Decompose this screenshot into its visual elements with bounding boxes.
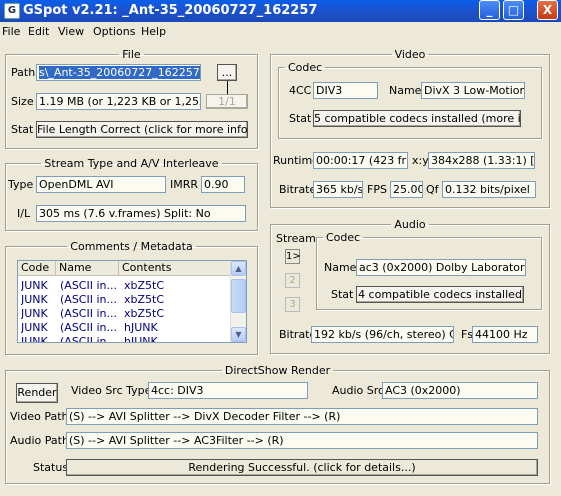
maximize-button[interactable]: □	[503, 0, 524, 20]
stream-legend: Stream Type and A/V Interleave	[44, 157, 219, 170]
title-bar[interactable]: G GSpot v2.21: _Ant-35_20060727_162257 _…	[0, 0, 561, 22]
audio-stream-1-button[interactable]: 1>	[285, 249, 301, 264]
audio-path-field[interactable]: (S) --> AVI Splitter --> AC3Filter --> (…	[66, 432, 538, 449]
video-src-field[interactable]: 4cc: DIV3	[148, 382, 308, 399]
metadata-row-4-contents[interactable]: hJUNK	[124, 321, 224, 335]
menu-view[interactable]: View	[58, 25, 84, 38]
menu-options[interactable]: Options	[93, 25, 135, 38]
video-src-label: Video Src Type	[71, 384, 152, 397]
column-header-name[interactable]: Name	[56, 261, 119, 276]
audio-bitrate-field[interactable]: 192 kb/s (96/ch, stereo) CB	[311, 326, 454, 343]
stream-label: Stream	[276, 232, 316, 245]
column-header-code[interactable]: Code	[18, 261, 56, 276]
path-value: s\_Ant-35_20060727_162257.avi	[39, 66, 200, 79]
video-path-label: Video Path	[10, 410, 69, 423]
type-label: Type	[8, 178, 34, 191]
file-stat-button[interactable]: File Length Correct (click for more info…	[36, 121, 248, 138]
metadata-row-2-contents[interactable]: xbZ5tC	[124, 293, 224, 307]
render-button[interactable]: Render	[16, 383, 58, 403]
metadata-row-3-contents[interactable]: xbZ5tC	[124, 307, 224, 321]
metadata-row-2-name[interactable]: (ASCII in...	[60, 293, 118, 307]
fps-field[interactable]: 25.00	[390, 181, 423, 198]
metadata-row-1-code[interactable]: JUNK	[21, 279, 55, 293]
menu-file[interactable]: File	[2, 25, 20, 38]
audio-src-label: Audio Src	[332, 384, 385, 397]
browse-button[interactable]: ...	[217, 64, 237, 81]
fourcc-field[interactable]: DIV3	[313, 82, 378, 99]
audio-stream-3-button[interactable]: 3	[285, 297, 300, 312]
imrr-label: IMRR	[170, 178, 199, 191]
metadata-row-5-contents[interactable]: hJUNK	[124, 335, 224, 342]
menu-bar: File Edit View Options Help	[0, 22, 561, 41]
video-name-field[interactable]: DivX 3 Low-Motion	[421, 82, 525, 99]
metadata-row-3-name[interactable]: (ASCII in...	[60, 307, 118, 321]
metadata-list[interactable]: Code Name Contents JUNK (ASCII in... xbZ…	[17, 260, 247, 343]
scroll-down-icon[interactable]: ▼	[231, 327, 246, 342]
scroll-up-icon[interactable]: ▲	[231, 261, 246, 276]
metadata-row-4-code[interactable]: JUNK	[21, 321, 55, 335]
size-label: Size	[11, 95, 34, 108]
audio-legend: Audio	[394, 218, 426, 231]
column-header-contents[interactable]: Contents	[119, 261, 232, 276]
menu-edit[interactable]: Edit	[28, 25, 49, 38]
metadata-row-4-name[interactable]: (ASCII in...	[60, 321, 118, 335]
gspot-app-icon[interactable]: G	[4, 3, 20, 19]
audio-src-field[interactable]: AC3 (0x2000)	[382, 382, 538, 399]
xy-label: x:y	[412, 154, 429, 167]
browse-connector	[227, 81, 228, 94]
status-label: Status	[33, 461, 69, 474]
fs-field[interactable]: 44100 Hz	[472, 326, 538, 343]
path-field[interactable]: s\_Ant-35_20060727_162257.avi	[36, 64, 201, 81]
metadata-row-1-name[interactable]: (ASCII in...	[60, 279, 118, 293]
audio-codec-legend: Codec	[326, 231, 361, 244]
metadata-row-5-name[interactable]: (ASCII in...	[60, 335, 118, 342]
il-field[interactable]: 305 ms (7.6 v.frames) Split: No	[36, 205, 246, 222]
fourcc-label: 4CC	[289, 84, 312, 97]
audio-stat-label: Stat	[331, 288, 354, 301]
directshow-legend: DirectShow Render	[224, 364, 331, 377]
xy-field[interactable]: 384x288 (1.33:1) [=4:	[428, 152, 535, 169]
file-legend: File	[122, 48, 141, 61]
audio-name-field[interactable]: ac3 (0x2000) Dolby Laboratories, I	[356, 259, 526, 276]
video-path-field[interactable]: (S) --> AVI Splitter --> DivX Decoder Fi…	[66, 408, 538, 425]
metadata-row-2-code[interactable]: JUNK	[21, 293, 55, 307]
path-label: Path	[11, 66, 36, 79]
page-indicator-button[interactable]: 1/1	[206, 94, 248, 109]
audio-name-label: Name	[324, 261, 357, 274]
video-legend: Video	[394, 48, 426, 61]
menu-help[interactable]: Help	[141, 25, 166, 38]
il-label: I/L	[17, 207, 31, 220]
video-codecs-stat-button[interactable]: 5 compatible codecs installed (more info…	[313, 110, 521, 127]
video-codec-legend: Codec	[288, 61, 323, 74]
qf-label: Qf	[426, 183, 439, 196]
type-field[interactable]: OpenDML AVI	[36, 176, 166, 193]
video-bitrate-label: Bitrate	[279, 183, 317, 196]
fps-label: FPS	[367, 183, 387, 196]
audio-stream-2-button[interactable]: 2	[285, 273, 300, 288]
window-title: GSpot v2.21: _Ant-35_20060727_162257	[23, 3, 318, 18]
audio-codecs-stat-button[interactable]: 4 compatible codecs installed	[356, 286, 524, 303]
video-name-label: Name	[389, 84, 422, 97]
video-stat-label: Stat	[289, 112, 312, 125]
render-status-button[interactable]: Rendering Successful. (click for details…	[66, 459, 538, 476]
imrr-field[interactable]: 0.90	[201, 176, 245, 193]
close-button[interactable]: X	[537, 0, 558, 20]
qf-field[interactable]: 0.132 bits/pixel	[442, 181, 536, 198]
runtime-field[interactable]: 00:00:17 (423 fr)	[313, 152, 408, 169]
audio-path-label: Audio Path	[10, 434, 69, 447]
size-field[interactable]: 1.19 MB (or 1,223 KB or 1,252,35	[36, 93, 201, 110]
metadata-scrollbar[interactable]: ▲ ▼	[230, 261, 246, 342]
metadata-row-5-code[interactable]: JUNK	[21, 335, 55, 342]
metadata-row-1-contents[interactable]: xbZ5tC	[124, 279, 224, 293]
metadata-row-3-code[interactable]: JUNK	[21, 307, 55, 321]
comments-legend: Comments / Metadata	[70, 240, 193, 253]
video-codec-group: Codec	[278, 61, 542, 139]
scroll-thumb[interactable]	[231, 279, 246, 313]
stat-label: Stat	[11, 123, 34, 136]
minimize-button[interactable]: _	[479, 0, 500, 20]
video-bitrate-field[interactable]: 365 kb/s	[313, 181, 363, 198]
